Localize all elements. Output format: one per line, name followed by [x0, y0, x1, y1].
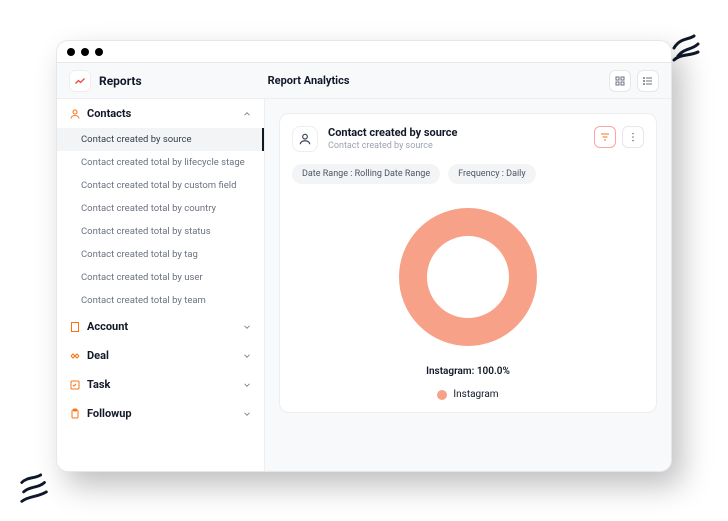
- sidebar-section-label: Contacts: [87, 107, 236, 120]
- sidebar-section-label: Deal: [87, 349, 236, 362]
- sidebar-item-contact-by-country[interactable]: Contact created total by country: [57, 197, 264, 220]
- sidebar-item-contact-by-lifecycle[interactable]: Contact created total by lifecycle stage: [57, 151, 264, 174]
- sidebar-section-contacts[interactable]: Contacts: [57, 99, 264, 128]
- sidebar-section-account[interactable]: Account: [57, 312, 264, 341]
- window-titlebar: [57, 41, 671, 63]
- chevron-down-icon: [242, 322, 252, 332]
- legend-swatch: [437, 390, 447, 400]
- app-header: Reports Report Analytics: [57, 63, 671, 99]
- sidebar-item-contact-by-user[interactable]: Contact created total by user: [57, 266, 264, 289]
- user-icon: [69, 108, 81, 120]
- decorative-scribble: [668, 30, 704, 66]
- sidebar-item-contact-by-status[interactable]: Contact created total by status: [57, 220, 264, 243]
- sidebar-item-contact-by-customfield[interactable]: Contact created total by custom field: [57, 174, 264, 197]
- card-subtitle: Contact created by source: [328, 141, 584, 151]
- sidebar-item-contact-by-tag[interactable]: Contact created total by tag: [57, 243, 264, 266]
- grid-view-button[interactable]: [609, 70, 631, 92]
- card-title: Contact created by source: [328, 126, 584, 139]
- donut-chart: [393, 202, 543, 352]
- user-icon: [292, 126, 318, 152]
- sidebar-section-label: Task: [87, 378, 236, 391]
- chart-center-label: Instagram: 100.0%: [426, 366, 510, 377]
- chart-container: Instagram: 100.0% Instagram: [292, 202, 644, 400]
- traffic-light-zoom[interactable]: [95, 48, 103, 56]
- app-window: Reports Report Analytics Contacts Contac…: [56, 40, 672, 472]
- clipboard-icon: [69, 408, 81, 420]
- sidebar-section-label: Followup: [87, 407, 236, 420]
- chevron-down-icon: [242, 409, 252, 419]
- more-options-button[interactable]: [622, 126, 644, 148]
- chip-frequency[interactable]: Frequency : Daily: [448, 164, 535, 184]
- handshake-icon: [69, 350, 81, 362]
- brand-label: Reports: [99, 74, 142, 88]
- sidebar-section-deal[interactable]: Deal: [57, 341, 264, 370]
- sidebar-section-followup[interactable]: Followup: [57, 399, 264, 428]
- traffic-light-close[interactable]: [67, 48, 75, 56]
- decorative-scribble: [18, 473, 52, 507]
- chip-date-range[interactable]: Date Range : Rolling Date Range: [292, 164, 440, 184]
- sidebar-section-label: Account: [87, 320, 236, 333]
- main-content: Contact created by source Contact create…: [265, 99, 671, 471]
- chevron-up-icon: [242, 109, 252, 119]
- list-view-button[interactable]: [637, 70, 659, 92]
- sidebar-section-task[interactable]: Task: [57, 370, 264, 399]
- sidebar-item-contact-by-team[interactable]: Contact created total by team: [57, 289, 264, 312]
- checklist-icon: [69, 379, 81, 391]
- chevron-down-icon: [242, 380, 252, 390]
- sidebar-item-contact-by-source[interactable]: Contact created by source: [57, 128, 264, 151]
- sidebar: Contacts Contact created by source Conta…: [57, 99, 265, 471]
- traffic-light-minimize[interactable]: [81, 48, 89, 56]
- chart-legend: Instagram: [437, 389, 498, 400]
- filter-button[interactable]: [594, 126, 616, 148]
- sidebar-items-contacts: Contact created by source Contact create…: [57, 128, 264, 312]
- report-card: Contact created by source Contact create…: [279, 113, 657, 413]
- building-icon: [69, 321, 81, 333]
- page-title: Report Analytics: [142, 74, 609, 87]
- chevron-down-icon: [242, 351, 252, 361]
- legend-label: Instagram: [453, 389, 498, 400]
- reports-icon: [69, 70, 91, 92]
